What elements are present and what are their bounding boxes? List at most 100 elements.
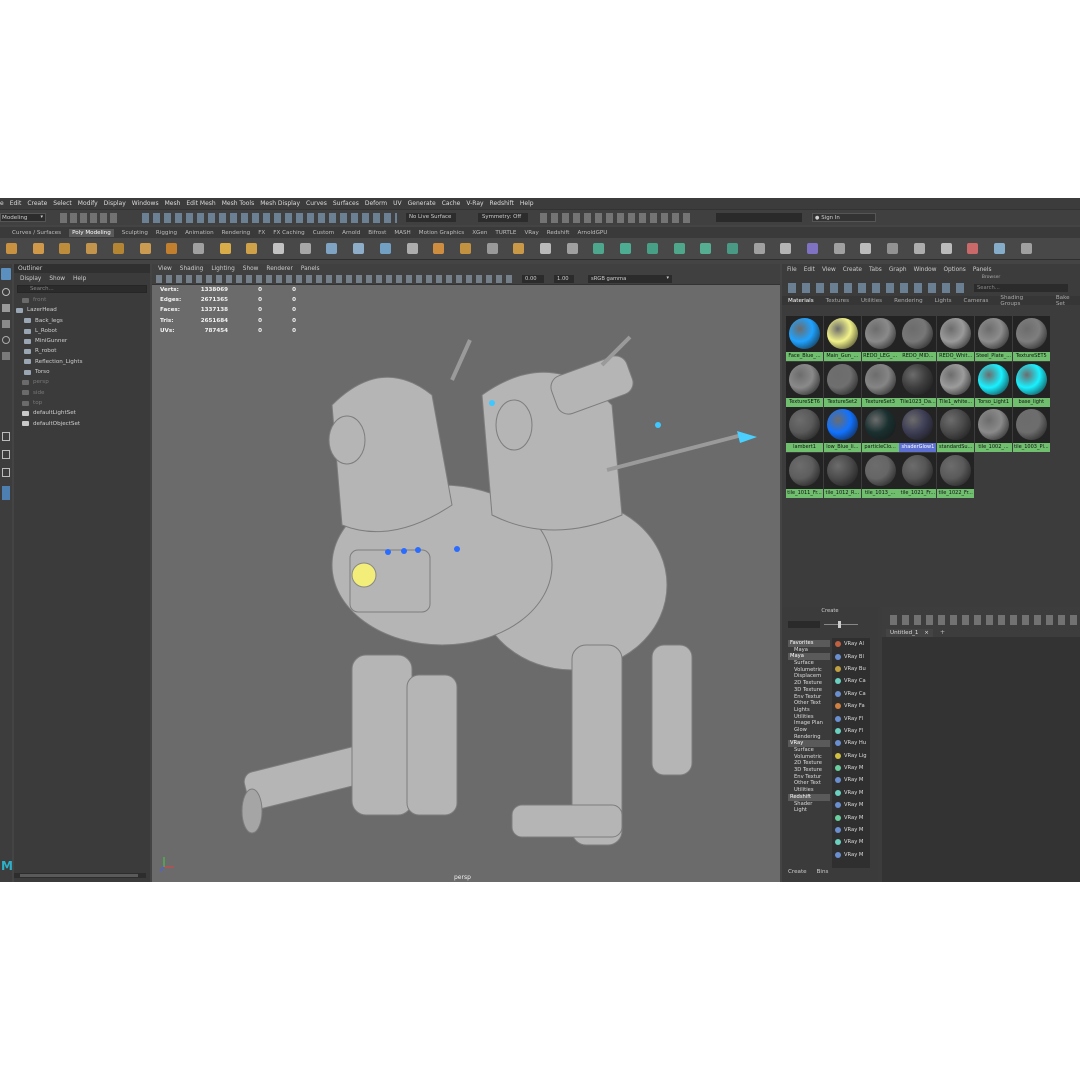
material-swatch[interactable]: Torso_Light1 — [975, 361, 1012, 407]
category-item[interactable]: VRay — [788, 740, 830, 747]
panel-toolbar-icons[interactable] — [156, 275, 516, 283]
outliner-item[interactable]: R_robot — [14, 346, 150, 356]
shelf-tab[interactable]: Poly Modeling — [69, 228, 114, 237]
menu-item[interactable]: e — [0, 200, 4, 207]
add-tab-icon[interactable]: + — [940, 629, 945, 636]
node-item[interactable]: VRay Bl — [832, 650, 870, 662]
shelf-tool-icon[interactable] — [540, 243, 551, 254]
shelf-tab[interactable]: VRay — [524, 230, 538, 236]
signin-dropdown[interactable]: ● Sign In — [812, 213, 876, 222]
hypershade-menu-item[interactable]: Graph — [889, 267, 907, 273]
menu-item[interactable]: Create — [27, 200, 47, 207]
menu-item[interactable]: Cache — [442, 200, 461, 207]
node-item[interactable]: VRay M — [832, 799, 870, 811]
material-swatch[interactable]: particleClo... — [861, 407, 899, 452]
close-icon[interactable]: × — [924, 630, 929, 636]
layout-four-icon[interactable] — [2, 450, 10, 459]
shelf-tool-icon[interactable] — [700, 243, 712, 254]
category-item[interactable]: 3D Texture — [788, 767, 830, 774]
browser-tab[interactable]: Bake Set — [1056, 295, 1080, 307]
symmetry-dropdown[interactable]: Symmetry: Off — [478, 213, 528, 222]
menu-item[interactable]: Edit Mesh — [186, 200, 215, 207]
category-item[interactable]: Favorites — [788, 640, 830, 647]
shelf-tab[interactable]: Motion Graphics — [419, 230, 464, 236]
shelf-tab[interactable]: FX Caching — [273, 230, 304, 236]
shelf-tool-icon[interactable] — [593, 243, 605, 254]
menu-item[interactable]: Deform — [365, 200, 387, 207]
menu-item[interactable]: Windows — [132, 200, 159, 207]
material-swatch[interactable]: lambert1 — [786, 407, 823, 452]
material-swatch[interactable]: REDO_LEG_... — [861, 316, 899, 361]
browser-tab[interactable]: Textures — [826, 298, 849, 304]
shelf-tool-icon[interactable] — [32, 243, 44, 254]
category-item[interactable]: Surface — [788, 660, 830, 667]
node-item[interactable]: VRay Ca — [832, 688, 870, 700]
outliner-item[interactable]: defaultObjectSet — [14, 419, 150, 429]
menu-item[interactable]: Mesh Display — [260, 200, 300, 207]
node-item[interactable]: VRay Fl — [832, 712, 870, 724]
shelf-tab[interactable]: Curves / Surfaces — [12, 230, 61, 236]
shelf-tool-icon[interactable] — [513, 243, 525, 254]
menu-item[interactable]: UV — [393, 200, 402, 207]
category-item[interactable]: Utilities — [788, 714, 830, 721]
shelf-tool-icon[interactable] — [6, 243, 17, 254]
shelf-tool-icon[interactable] — [379, 243, 391, 254]
shelf-tool-icon[interactable] — [913, 243, 925, 254]
layout-side-icon[interactable] — [2, 468, 10, 477]
category-item[interactable]: 3D Texture — [788, 687, 830, 694]
browser-tab[interactable]: Lights — [935, 298, 952, 304]
shelf-tab[interactable]: Rigging — [156, 230, 177, 236]
shelf-tool-icon[interactable] — [646, 243, 658, 254]
hypershade-menu-item[interactable]: Window — [914, 267, 937, 273]
hypershade-menu-item[interactable]: Edit — [804, 267, 815, 273]
category-item[interactable]: Env Textur — [788, 774, 830, 781]
hypershade-menu-item[interactable]: Create — [843, 267, 862, 273]
node-item[interactable]: VRay M — [832, 836, 870, 848]
category-item[interactable]: Displacem — [788, 673, 830, 680]
category-item[interactable]: Image Plan — [788, 720, 830, 727]
viewport-menu-item[interactable]: Panels — [301, 266, 320, 272]
menuset-dropdown[interactable]: Modeling ▾ — [0, 213, 46, 222]
menu-item[interactable]: Mesh Tools — [222, 200, 254, 207]
menu-item[interactable]: Surfaces — [333, 200, 359, 207]
material-swatch[interactable]: tile_1021_Fr... — [899, 452, 937, 498]
shelf-tab[interactable]: Bifrost — [368, 230, 386, 236]
shelf-tab[interactable]: Animation — [185, 230, 214, 236]
outliner-item[interactable]: side — [14, 388, 150, 398]
browser-tab[interactable]: Shading Groups — [1000, 295, 1043, 307]
material-swatch[interactable]: TextureSET6 — [786, 361, 823, 407]
menu-item[interactable]: Modify — [78, 200, 98, 207]
shelf-tool-icon[interactable] — [673, 243, 685, 254]
shelf-tool-icon[interactable] — [967, 243, 979, 254]
status-icons-c[interactable] — [540, 213, 690, 223]
material-swatch[interactable]: tile_1003_Pl... — [1012, 407, 1050, 452]
shelf-tool-icon[interactable] — [726, 243, 738, 254]
shelf-tool-icon[interactable] — [326, 243, 338, 254]
outliner-item[interactable]: front — [14, 295, 150, 305]
shelf-tab[interactable]: Rendering — [222, 230, 251, 236]
node-item[interactable]: VRay Bu — [832, 663, 870, 675]
shelf-tool-icon[interactable] — [139, 243, 151, 254]
node-item[interactable]: VRay Lig — [832, 750, 870, 762]
menu-item[interactable]: Mesh — [165, 200, 181, 207]
material-swatch[interactable]: TextureSet2 — [823, 361, 861, 407]
category-item[interactable]: Light — [788, 807, 830, 814]
material-swatch[interactable]: TextureSET5 — [1012, 316, 1050, 361]
shelf-tool-icon[interactable] — [192, 243, 204, 254]
robot-model[interactable] — [152, 285, 780, 882]
category-item[interactable]: Glow — [788, 727, 830, 734]
material-swatch[interactable]: base_light — [1012, 361, 1050, 407]
colorspace-dropdown[interactable]: sRGB gamma ▾ — [588, 275, 672, 283]
material-swatch[interactable]: REDO_Whit... — [937, 316, 975, 361]
outliner-item[interactable]: top — [14, 398, 150, 408]
material-swatch[interactable]: tile_1022_Fr... — [937, 452, 975, 498]
status-icons-b[interactable] — [142, 213, 397, 223]
node-item[interactable]: VRay Hu — [832, 737, 870, 749]
shelf-tool-icon[interactable] — [860, 243, 872, 254]
category-item[interactable]: Shader — [788, 801, 830, 808]
move-tool-icon[interactable] — [2, 320, 10, 328]
shelf-tool-icon[interactable] — [833, 243, 845, 254]
tab-bins[interactable]: Bins — [817, 869, 829, 875]
slider-handle[interactable] — [838, 621, 841, 628]
hypershade-menu-item[interactable]: Tabs — [869, 267, 882, 273]
